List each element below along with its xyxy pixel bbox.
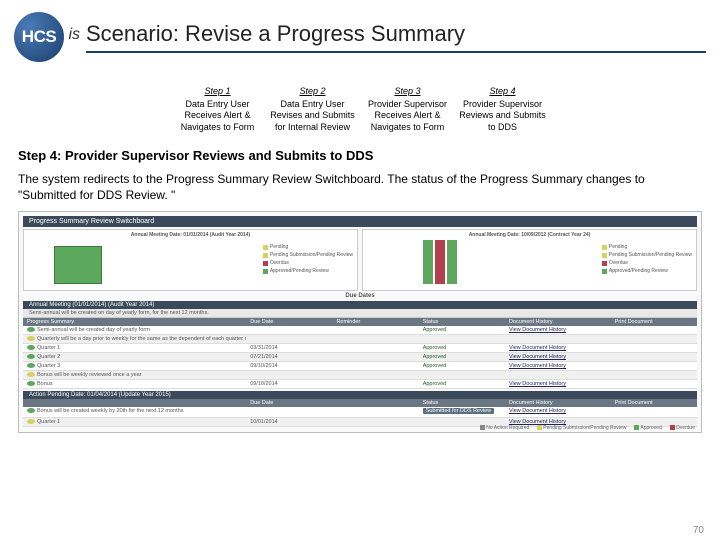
due-dates-label: Due Dates	[19, 293, 701, 299]
step-2: Step 2Data Entry User Revises and Submit…	[265, 86, 360, 134]
ss-group-bar-1: Annual Meeting (01/01/2014) (Audit Year …	[23, 301, 697, 309]
ss-legend-footer: No Action Required Pending Submission/Pe…	[480, 425, 695, 431]
table-row: Bonus will be weekly reviewed once a yea…	[23, 371, 697, 380]
table-row: Quarter 103/31/2014ApprovedView Document…	[23, 344, 697, 353]
chart-legend: Pending Pending Submission/Pending Revie…	[263, 244, 353, 276]
page-number: 70	[693, 525, 704, 536]
table-row: Quarter 207/21/2014ApprovedView Document…	[23, 353, 697, 362]
step-1: Step 1Data Entry User Receives Alert & N…	[170, 86, 265, 134]
steps-row: Step 1Data Entry User Receives Alert & N…	[0, 86, 720, 134]
hcsis-logo: HCS is	[14, 8, 72, 66]
embedded-screenshot: Progress Summary Review Switchboard Annu…	[18, 211, 702, 433]
ss-table-header: Progress SummaryDue DateReminderStatusDo…	[23, 318, 697, 326]
ss-chart-left: Annual Meeting Date: 01/01/2014 (Audit Y…	[23, 229, 358, 291]
ss-group-bar-2: Action Pending Date: 01/04/2014 (Update …	[23, 391, 697, 399]
ss-table-header-2: Due DateStatusDocument HistoryPrint Docu…	[23, 399, 697, 407]
chart-legend-right: Pending Pending Submission/Pending Revie…	[602, 244, 692, 276]
step-3: Step 3Provider Supervisor Receives Alert…	[360, 86, 455, 134]
ss-title: Progress Summary Review Switchboard	[23, 216, 697, 227]
section-body: The system redirects to the Progress Sum…	[18, 171, 702, 203]
table-row: Quarter 309/10/2014ApprovedView Document…	[23, 362, 697, 371]
table-row: Semi-annual will be created day of yearl…	[23, 326, 697, 335]
ss-subhead-1: Semi-annual will be created on day of ye…	[23, 309, 697, 318]
table-row: Bonus will be created weekly by 20th for…	[23, 407, 697, 418]
slide-title: Scenario: Revise a Progress Summary	[86, 21, 706, 53]
slide-header: HCS is Scenario: Revise a Progress Summa…	[0, 0, 720, 68]
section-heading: Step 4: Provider Supervisor Reviews and …	[18, 148, 702, 163]
table-row: Quarterly will be a day prior to weekly …	[23, 335, 697, 344]
table-row: Bonus09/10/2014ApprovedView Document His…	[23, 380, 697, 389]
step-4: Step 4Provider Supervisor Reviews and Su…	[455, 86, 550, 134]
ss-chart-right: Annual Meeting Date: 10/09/2012 (Contrac…	[362, 229, 697, 291]
